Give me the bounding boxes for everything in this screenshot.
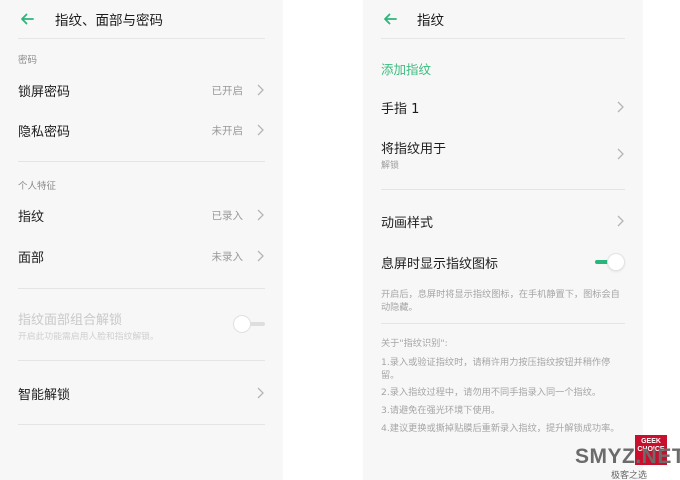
row-label: 智能解锁 — [18, 387, 71, 403]
screen-gap — [283, 0, 363, 480]
page-title: 指纹、面部与密码 — [55, 13, 163, 29]
arrow-left-icon[interactable] — [18, 10, 36, 28]
chevron-right-icon — [617, 215, 624, 227]
use-fingerprint-for-row[interactable]: 将指纹用于 解锁 — [381, 132, 625, 176]
watermark-text: SMYZ.NET — [575, 445, 680, 468]
chevron-right-icon — [257, 250, 264, 262]
note-item: 3.请避免在强光环境下使用。 — [381, 405, 501, 416]
divider — [381, 323, 625, 324]
chevron-right-icon — [257, 209, 264, 221]
add-fingerprint-link[interactable]: 添加指纹 — [381, 59, 431, 78]
show-icon-when-screen-off-row: 息屏时显示指纹图标 — [381, 243, 625, 281]
row-subtitle: 解锁 — [381, 161, 400, 171]
watermark-subtitle: 极客之选 — [611, 471, 648, 480]
status-value: 已开启 — [211, 84, 244, 97]
status-value: 未开启 — [211, 124, 244, 137]
finger-1-row[interactable]: 手指 1 — [381, 88, 625, 126]
fingerprint-screen: 指纹 添加指纹 手指 1 将指纹用于 解锁 动画样式 息屏时显示指纹图标 开启后… — [363, 0, 643, 480]
lock-screen-password-row[interactable]: 锁屏密码 已开启 — [18, 71, 265, 109]
show-icon-toggle[interactable] — [593, 253, 625, 271]
chevron-right-icon — [617, 148, 624, 160]
note-item: 2.录入指纹过程中，请勿用不同手指录入同一个指纹。 — [381, 387, 602, 398]
header-divider — [18, 38, 265, 39]
face-row[interactable]: 面部 未录入 — [18, 237, 265, 275]
privacy-password-row[interactable]: 隐私密码 未开启 — [18, 111, 265, 149]
header-divider — [381, 38, 625, 39]
combo-unlock-description: 开启此功能需启用人脸和指纹解锁。 — [18, 332, 159, 342]
row-label: 息屏时显示指纹图标 — [381, 256, 499, 272]
row-label: 指纹 — [18, 209, 45, 225]
divider — [18, 360, 265, 361]
divider — [18, 288, 265, 289]
row-label: 将指纹用于 — [381, 142, 447, 157]
show-icon-description: 开启后，息屏时将显示指纹图标，在手机静置下，图标会自动隐藏。 — [381, 289, 620, 313]
row-label: 锁屏密码 — [18, 84, 71, 100]
section-label-personal: 个人特征 — [18, 181, 57, 192]
row-label: 隐私密码 — [18, 124, 71, 140]
note-item: 1.录入或验证指纹时，请稍许用力按压指纹按钮并稍作停留。 — [381, 357, 611, 381]
about-fingerprint-title: 关于"指纹识别": — [381, 338, 448, 349]
status-value: 已录入 — [211, 209, 244, 222]
row-label: 面部 — [18, 250, 45, 266]
app-bar: 指纹 — [363, 0, 643, 38]
divider — [18, 161, 265, 162]
divider — [381, 189, 625, 190]
status-value: 未录入 — [211, 250, 244, 263]
fingerprint-row[interactable]: 指纹 已录入 — [18, 196, 265, 234]
fingerprint-face-password-screen: 指纹、面部与密码 密码 锁屏密码 已开启 隐私密码 未开启 个人特征 指纹 已录… — [0, 0, 283, 480]
combo-unlock-title: 指纹面部组合解锁 — [18, 313, 123, 328]
app-bar: 指纹、面部与密码 — [0, 0, 283, 38]
chevron-right-icon — [257, 84, 264, 96]
toggle-knob — [607, 253, 625, 271]
toggle-knob — [233, 315, 251, 333]
animation-style-row[interactable]: 动画样式 — [381, 202, 625, 240]
divider — [18, 424, 265, 425]
row-label: 动画样式 — [381, 215, 434, 231]
page-margin — [643, 0, 680, 480]
page-title: 指纹 — [417, 13, 444, 29]
arrow-left-icon[interactable] — [381, 10, 399, 28]
section-label-password: 密码 — [18, 55, 38, 66]
chevron-right-icon — [257, 387, 264, 399]
chevron-right-icon — [617, 101, 624, 113]
combo-unlock-toggle[interactable] — [233, 315, 265, 333]
chevron-right-icon — [257, 124, 264, 136]
watermark: GEEK CHOICE SMYZ.NET 极客之选 — [575, 433, 680, 480]
row-label: 手指 1 — [381, 101, 420, 117]
smart-unlock-row[interactable]: 智能解锁 — [18, 374, 265, 412]
